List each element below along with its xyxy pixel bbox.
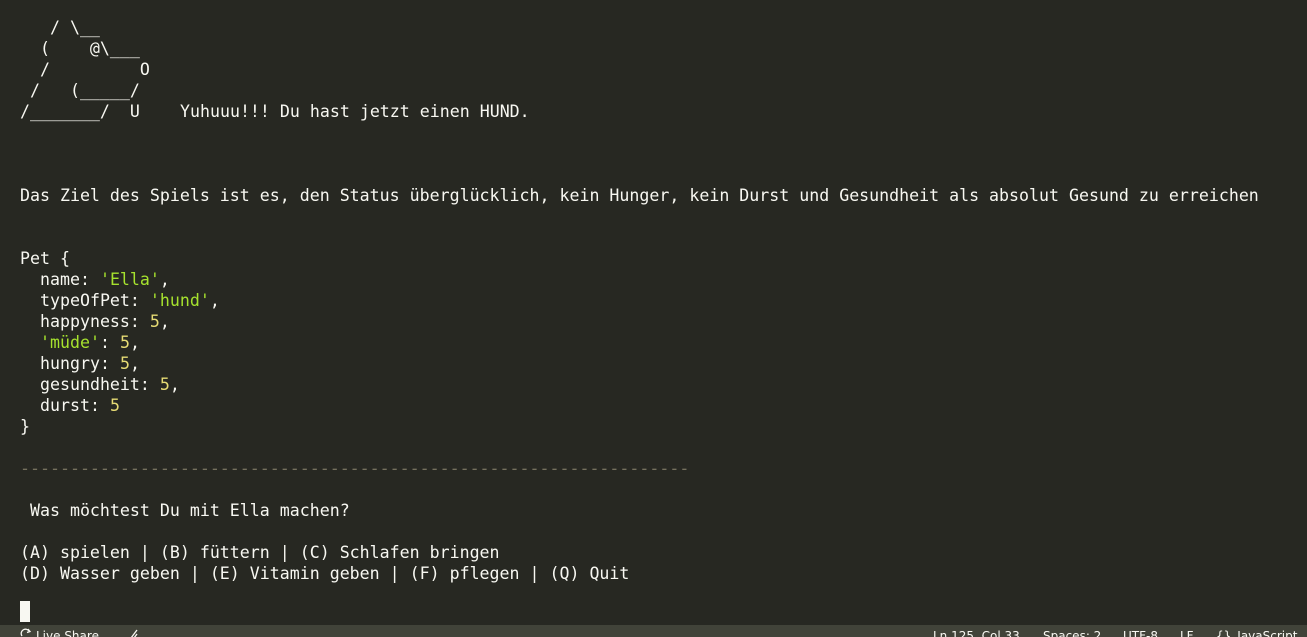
pet-field: happyness: 5, xyxy=(40,312,170,331)
live-share-label: Live Share xyxy=(36,629,99,637)
eol-setting[interactable]: LF xyxy=(1180,628,1194,637)
pet-field-key: happyness xyxy=(40,312,130,331)
feedback-button[interactable] xyxy=(128,628,144,637)
menu-options-line-2: (D) Wasser geben | (E) Vitamin geben | (… xyxy=(20,564,630,583)
pet-field-key: 'müde' xyxy=(40,333,100,352)
welcome-message: Yuhuuu!!! Du hast jetzt einen HUND. xyxy=(180,102,530,121)
pet-field: hungry: 5, xyxy=(40,354,140,373)
pet-object-open: Pet { xyxy=(20,249,70,268)
pet-field-key: hungry xyxy=(40,354,100,373)
terminal-cursor[interactable] xyxy=(20,601,30,622)
pet-field: durst: 5 xyxy=(40,396,120,415)
language-mode[interactable]: {} JavaScript xyxy=(1216,628,1297,637)
braces-icon: {} xyxy=(1216,629,1232,637)
indentation-setting[interactable]: Spaces: 2 xyxy=(1043,628,1101,637)
terminal-panel[interactable]: / \__ ( @\___ / O / (_____/ /_______/ U … xyxy=(0,0,1307,625)
pet-field-value: 5 xyxy=(149,312,160,331)
status-bar: Live Share Ln 125, Col 33 Spaces: 2 UTF-… xyxy=(0,625,1307,637)
pet-field-key: durst xyxy=(40,396,90,415)
ascii-dog-line-1: / \__ xyxy=(20,18,100,37)
encoding-setting[interactable]: UTF-8 xyxy=(1123,628,1158,637)
ascii-dog-line-2: ( @\___ xyxy=(20,39,140,58)
pet-field-key: typeOfPet xyxy=(40,291,130,310)
goal-text: Das Ziel des Spiels ist es, den Status ü… xyxy=(20,186,1259,205)
live-share-icon xyxy=(20,628,32,637)
menu-options-line-1: (A) spielen | (B) füttern | (C) Schlafen… xyxy=(20,543,500,562)
pet-field: name: 'Ella', xyxy=(40,270,170,289)
cursor-position[interactable]: Ln 125, Col 33 xyxy=(933,628,1020,637)
ascii-dog-line-3: / O xyxy=(20,60,150,79)
pet-field-value: 5 xyxy=(119,354,130,373)
pet-field-value: 5 xyxy=(159,375,170,394)
pet-object-close: } xyxy=(20,417,30,436)
separator-line: ----------------------------------------… xyxy=(20,459,690,478)
language-label: JavaScript xyxy=(1237,629,1298,637)
prompt-question: Was möchtest Du mit Ella machen? xyxy=(20,501,350,520)
pet-field-value: 'Ella' xyxy=(99,270,160,289)
ascii-dog-line-4: / (_____/ xyxy=(20,81,140,100)
live-share-button[interactable]: Live Share xyxy=(20,628,99,637)
pet-field-key: gesundheit xyxy=(40,375,140,394)
pet-field-value: 'hund' xyxy=(149,291,210,310)
ascii-dog-line-5: /_______/ U xyxy=(20,102,140,121)
pet-field-key: name xyxy=(40,270,80,289)
pet-field: typeOfPet: 'hund', xyxy=(40,291,220,310)
feedback-icon xyxy=(130,629,138,637)
pet-field-value: 5 xyxy=(119,333,130,352)
pet-field: gesundheit: 5, xyxy=(40,375,180,394)
pet-field: 'müde': 5, xyxy=(40,333,140,352)
pet-field-value: 5 xyxy=(109,396,120,415)
